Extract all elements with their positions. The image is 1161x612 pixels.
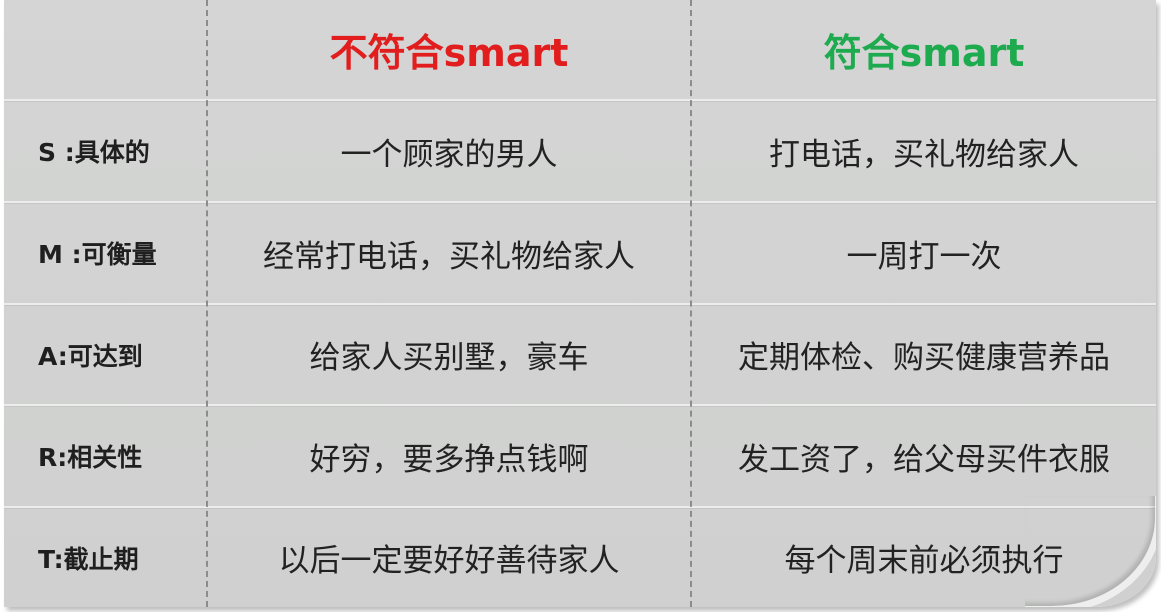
not-smart-cell: 经常打电话，买礼物给家人	[263, 238, 635, 275]
table-row-t: T:截止期 以后一定要好好善待家人 每个周末前必须执行	[4, 508, 1156, 607]
smart-cell: 定期体检、购买健康营养品	[738, 340, 1110, 376]
smart-comparison-table: 不符合smart 符合smart S :具体的 一个顾家的男人 打电话，买礼物给…	[4, 0, 1156, 607]
smart-cell: 一周打一次	[846, 238, 1002, 275]
header-smart: 符合smart	[823, 31, 1025, 75]
smart-cell: 发工资了，给父母买件衣服	[738, 441, 1110, 478]
smart-cell: 打电话，买礼物给家人	[769, 136, 1079, 173]
slide-canvas: 不符合smart 符合smart S :具体的 一个顾家的男人 打电话，买礼物给…	[0, 0, 1161, 612]
not-smart-cell: 好穷，要多挣点钱啊	[309, 441, 589, 478]
row-label: S :具体的	[38, 138, 150, 167]
not-smart-cell: 以后一定要好好善待家人	[278, 543, 620, 579]
not-smart-cell: 给家人买别墅，豪车	[309, 340, 589, 376]
row-label: M :可衡量	[38, 240, 157, 269]
row-label: T:截止期	[38, 544, 139, 574]
row-label: R:相关性	[38, 443, 143, 472]
table-row-r: R:相关性 好穷，要多挣点钱啊 发工资了，给父母买件衣服	[4, 406, 1156, 506]
table-row-a: A:可达到 给家人买别墅，豪车 定期体检、购买健康营养品	[4, 305, 1156, 404]
row-label: A:可达到	[38, 341, 143, 371]
header-not-smart: 不符合smart	[329, 31, 569, 75]
table-row-m: M :可衡量 经常打电话，买礼物给家人 一周打一次	[4, 203, 1156, 303]
table-grid: 不符合smart 符合smart S :具体的 一个顾家的男人 打电话，买礼物给…	[4, 0, 1156, 607]
not-smart-cell: 一个顾家的男人	[340, 136, 558, 173]
smart-cell: 每个周末前必须执行	[784, 543, 1064, 579]
table-row-s: S :具体的 一个顾家的男人 打电话，买礼物给家人	[4, 101, 1156, 201]
header-corner-cell	[4, 0, 206, 99]
table-header-row: 不符合smart 符合smart	[4, 0, 1156, 99]
